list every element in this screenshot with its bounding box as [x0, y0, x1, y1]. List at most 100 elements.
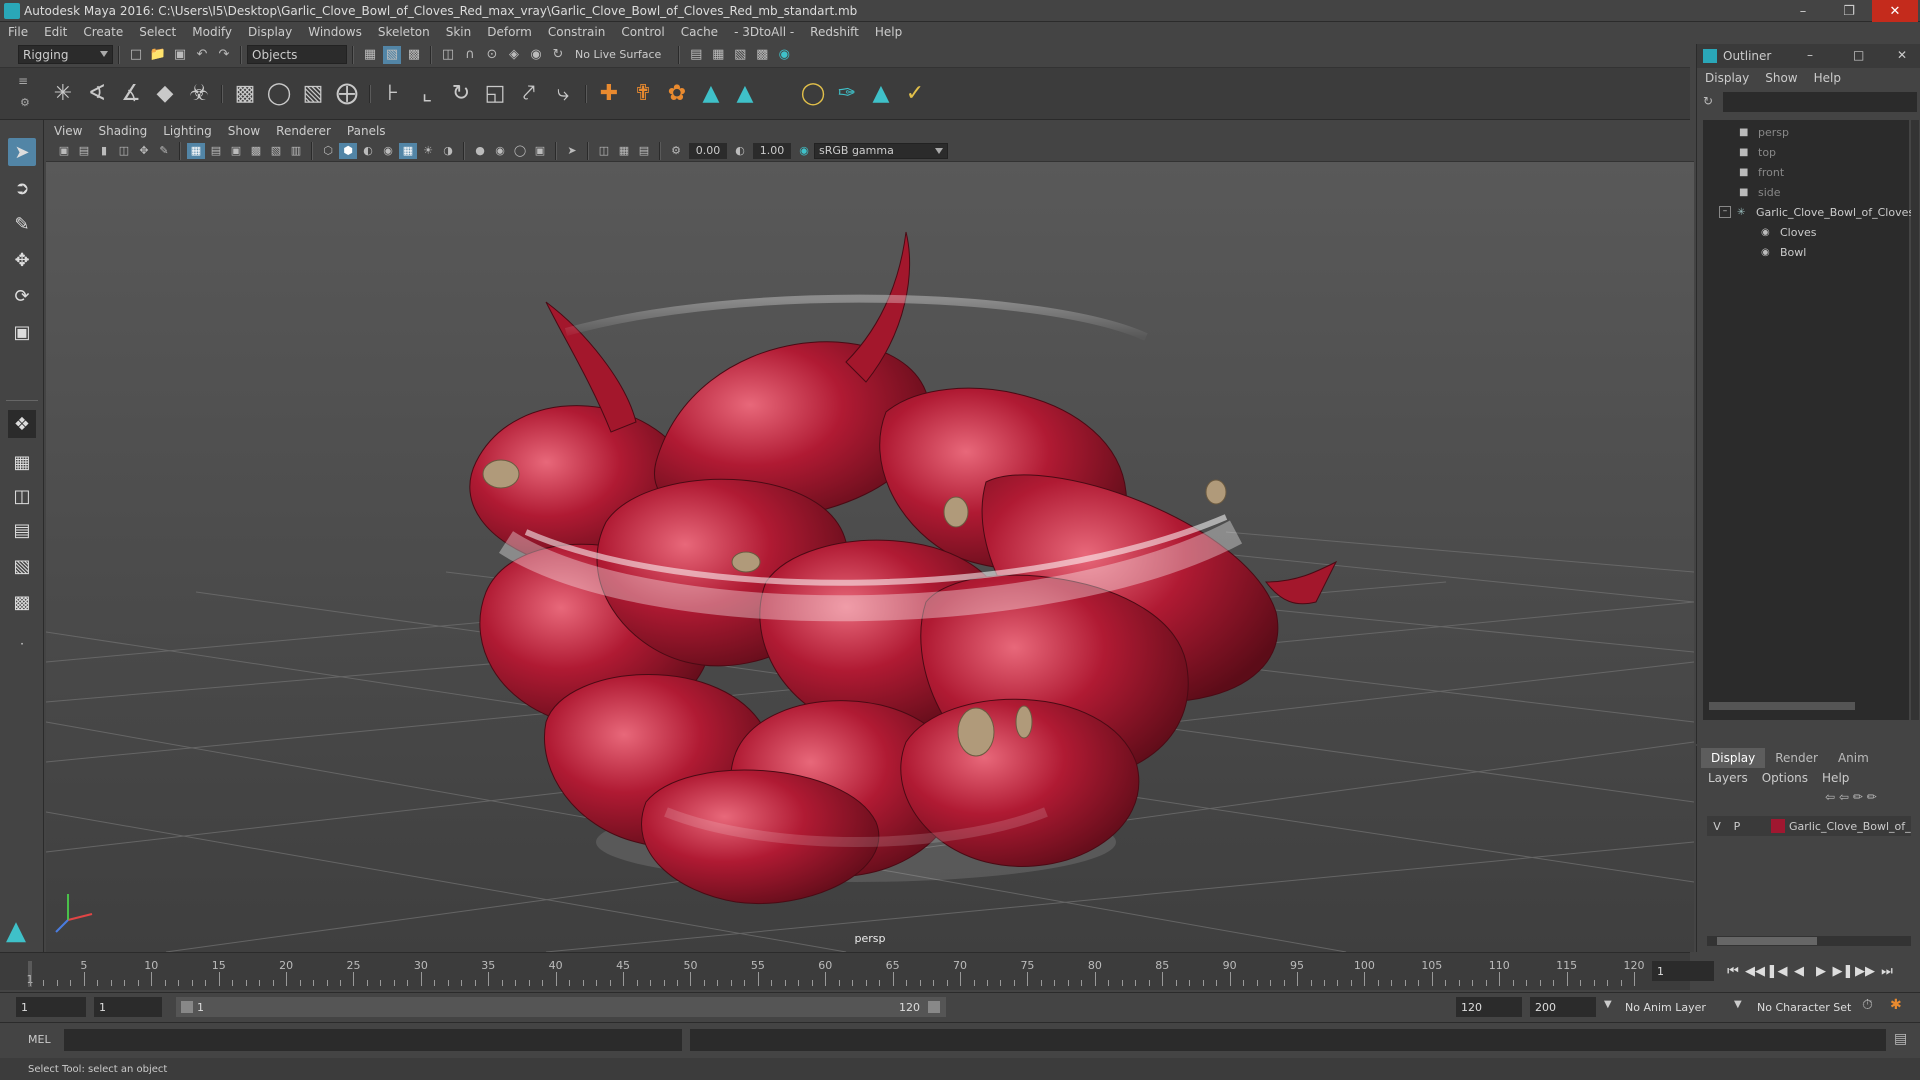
perspective-viewport[interactable]: persp — [46, 162, 1694, 952]
image-plane-icon[interactable]: ◫ — [115, 143, 133, 159]
animation-start-field[interactable]: 1 — [16, 997, 86, 1017]
resolution-gate-icon[interactable]: ▣ — [227, 143, 245, 159]
outliner-item-persp[interactable]: ■ persp — [1739, 122, 1789, 142]
auto-key-icon[interactable]: ⏱ — [1862, 997, 1873, 1013]
outliner-item-front[interactable]: ■ front — [1739, 162, 1784, 182]
move-tool-icon[interactable]: ✥ — [8, 246, 36, 274]
set-key-icon[interactable]: ◯ — [798, 79, 828, 109]
depth-of-field-icon[interactable]: ▣ — [531, 143, 549, 159]
range-end-handle[interactable] — [928, 1001, 940, 1013]
range-start-handle[interactable] — [181, 1001, 193, 1013]
layer-playback-toggle[interactable]: P — [1727, 820, 1747, 833]
outliner-item-group[interactable]: – ✳ Garlic_Clove_Bowl_of_Cloves — [1719, 202, 1914, 222]
color-management-icon[interactable]: ◉ — [795, 143, 813, 159]
save-scene-icon[interactable]: ▣ — [171, 46, 189, 64]
layer-menu-help[interactable]: Help — [1815, 771, 1856, 785]
scrollbar-thumb[interactable] — [1717, 937, 1817, 945]
menu-select[interactable]: Select — [131, 25, 184, 39]
graph-layout-icon[interactable]: ▧ — [8, 552, 36, 580]
aim-constraint-icon[interactable]: ⤤ — [514, 79, 544, 109]
ambient-occlusion-icon[interactable]: ● — [471, 143, 489, 159]
minimize-icon[interactable]: – — [1780, 0, 1826, 22]
go-to-end-icon[interactable]: ⏭ — [1876, 960, 1898, 982]
layer-color-swatch[interactable] — [1771, 819, 1785, 833]
parent-constraint-icon[interactable]: ⊦ — [378, 79, 408, 109]
script-language-label[interactable]: MEL — [28, 1033, 51, 1046]
maya-script2-icon[interactable]: ▲ — [730, 79, 760, 109]
shadows-icon[interactable]: ◑ — [439, 143, 457, 159]
menu-display[interactable]: Display — [240, 25, 300, 39]
current-frame-field[interactable]: 1 — [1652, 961, 1714, 981]
vp-menu-view[interactable]: View — [46, 124, 90, 138]
smooth-shade-icon[interactable]: ⬢ — [339, 142, 357, 159]
menu-create[interactable]: Create — [75, 25, 131, 39]
two-view-icon[interactable]: ◫ — [8, 482, 36, 510]
snap-point-icon[interactable]: ⊙ — [483, 46, 501, 64]
checkmark-tool-icon[interactable]: ✓ — [900, 79, 930, 109]
time-slider[interactable]: 1 51015202530354045505560657075808590951… — [0, 952, 1690, 990]
persp-outliner-icon[interactable]: ▤ — [8, 516, 36, 544]
pivot-tool-icon[interactable]: ✟ — [628, 79, 658, 109]
menu-windows[interactable]: Windows — [300, 25, 370, 39]
render-view-icon[interactable]: ▤ — [687, 46, 705, 64]
move-layer-up-icon[interactable]: ⇦ — [1825, 790, 1835, 804]
create-joint-icon[interactable]: ✳ — [48, 79, 78, 109]
grid-icon[interactable]: ▦ — [187, 142, 205, 159]
new-layer-icon[interactable]: ✏ — [1853, 790, 1863, 804]
four-view-icon[interactable]: ▦ — [8, 448, 36, 476]
layer-horizontal-scrollbar[interactable] — [1707, 936, 1911, 946]
paint-select-icon[interactable]: ✎ — [8, 210, 36, 238]
gate-mask-icon[interactable]: ▩ — [247, 143, 265, 159]
script-editor-icon[interactable]: ▤ — [1894, 1031, 1907, 1047]
ipr-render-icon[interactable]: ▧ — [731, 46, 749, 64]
paint-weights-icon[interactable]: ◯ — [264, 79, 294, 109]
playback-end-field[interactable]: 120 — [1456, 997, 1522, 1017]
animation-end-field[interactable]: 200 — [1530, 997, 1596, 1017]
render-frame-icon[interactable]: ▦ — [709, 46, 727, 64]
chevron-down-icon[interactable]: ▼ — [1604, 999, 1612, 1010]
layer-row[interactable]: V P Garlic_Clove_Bowl_of_ — [1707, 816, 1911, 836]
rotate-tool-icon[interactable]: ⟳ — [8, 282, 36, 310]
undo-icon[interactable]: ↶ — [193, 46, 211, 64]
maya-tool3-icon[interactable]: ▲ — [866, 79, 896, 109]
character-set-dropdown[interactable]: No Character Set — [1752, 997, 1862, 1017]
blank-shelf-icon[interactable] — [764, 79, 794, 109]
single-view-icon[interactable]: ❖ — [8, 410, 36, 438]
bookmark-icon[interactable]: ▮ — [95, 143, 113, 159]
maximize-icon[interactable]: □ — [1853, 48, 1864, 62]
orient-constraint-icon[interactable]: ↻ — [446, 79, 476, 109]
layer-visibility-toggle[interactable]: V — [1707, 820, 1727, 833]
go-to-start-icon[interactable]: ⏮ — [1722, 960, 1744, 982]
menu-skeleton[interactable]: Skeleton — [370, 25, 438, 39]
step-forward-frame-icon[interactable]: ▶❚ — [1832, 960, 1854, 982]
vertical-scrollbar[interactable] — [1911, 120, 1919, 720]
snap-curve-icon[interactable]: ∩ — [461, 46, 479, 64]
menu-help[interactable]: Help — [867, 25, 910, 39]
antialias-icon[interactable]: ◯ — [511, 143, 529, 159]
redo-icon[interactable]: ↷ — [215, 46, 233, 64]
menu-file[interactable]: File — [0, 25, 36, 39]
mirror-joint-icon[interactable]: ◆ — [150, 79, 180, 109]
collapse-icon[interactable]: – — [1719, 206, 1731, 218]
outliner-item-side[interactable]: ■ side — [1739, 182, 1781, 202]
outliner-item-cloves[interactable]: ◉ Cloves — [1761, 222, 1816, 242]
hypershade-layout-icon[interactable]: ▩ — [8, 588, 36, 616]
bind-skin-icon[interactable]: ▩ — [230, 79, 260, 109]
point-constraint-icon[interactable]: ⌞ — [412, 79, 442, 109]
anim-layer-dropdown[interactable]: No Anim Layer — [1620, 997, 1730, 1017]
outliner-item-top[interactable]: ■ top — [1739, 142, 1776, 162]
select-tool-icon[interactable]: ➤ — [8, 138, 36, 166]
outliner-search-input[interactable] — [1723, 92, 1917, 112]
motion-blur-icon[interactable]: ◉ — [491, 143, 509, 159]
menu-edit[interactable]: Edit — [36, 25, 75, 39]
wireframe-icon[interactable]: ⬡ — [319, 143, 337, 159]
outliner-menu-show[interactable]: Show — [1757, 71, 1805, 85]
maya-script-icon[interactable]: ▲ — [696, 79, 726, 109]
render-settings-icon[interactable]: ▩ — [753, 46, 771, 64]
vp-menu-shading[interactable]: Shading — [90, 124, 155, 138]
refresh-icon[interactable]: ↻ — [1703, 94, 1713, 108]
cluster-icon[interactable]: ⨁ — [332, 79, 362, 109]
menu-set-dropdown[interactable]: Rigging — [18, 45, 113, 64]
view-transform-dropdown[interactable]: sRGB gamma — [814, 142, 948, 159]
film-gate-icon[interactable]: ▤ — [207, 143, 225, 159]
